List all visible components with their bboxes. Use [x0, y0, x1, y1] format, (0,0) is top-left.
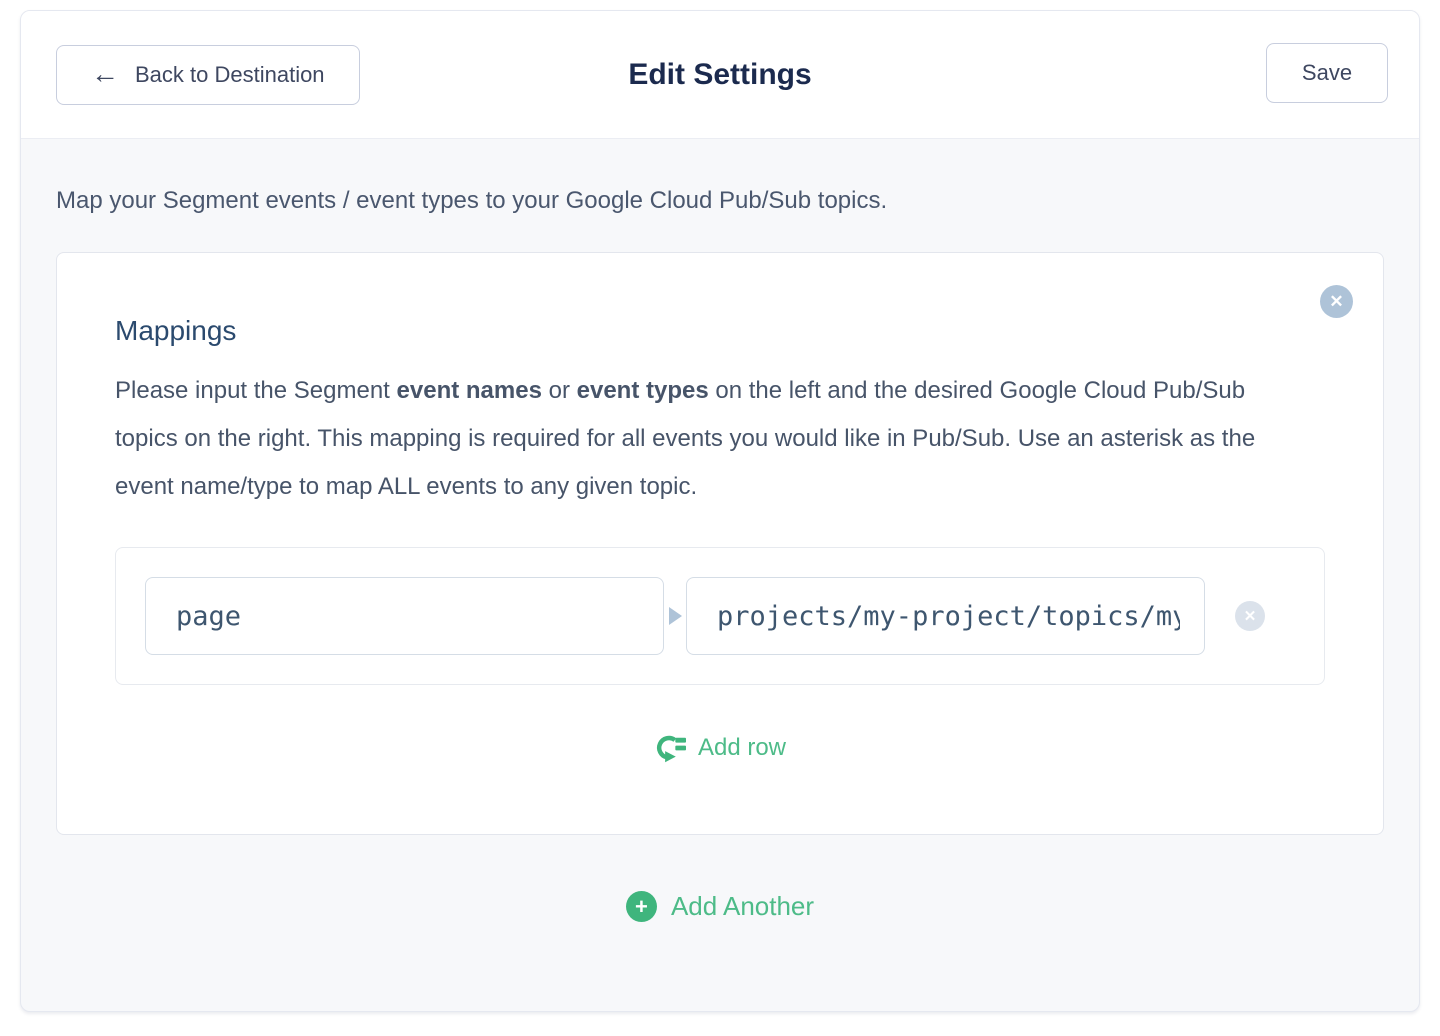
description-bold-event-names: event names — [397, 377, 542, 404]
save-button[interactable]: Save — [1266, 43, 1388, 103]
add-row-icon — [654, 733, 686, 763]
add-row-label: Add row — [698, 734, 786, 762]
add-row-button[interactable]: Add row — [115, 733, 1325, 763]
row-close-container: ✕ — [1205, 601, 1295, 631]
description-bold-event-types: event types — [577, 377, 709, 404]
add-another-label: Add Another — [671, 891, 814, 922]
remove-mappings-close-icon[interactable]: ✕ — [1320, 285, 1353, 318]
mappings-description: Please input the Segment event names or … — [115, 367, 1275, 511]
intro-text: Map your Segment events / event types to… — [56, 187, 1384, 215]
plus-circle-icon: + — [626, 891, 657, 922]
settings-body: Map your Segment events / event types to… — [21, 187, 1419, 922]
pubsub-topic-input[interactable] — [686, 577, 1205, 655]
description-text: or — [542, 377, 577, 404]
close-icon: ✕ — [1244, 607, 1257, 625]
back-button-label: Back to Destination — [135, 62, 325, 88]
close-icon: ✕ — [1329, 292, 1343, 312]
back-arrow-icon: ← — [91, 60, 119, 88]
header-bar: ← Back to Destination Edit Settings Save — [21, 11, 1419, 139]
mapping-arrow-container — [664, 607, 686, 625]
mapping-row: ✕ — [115, 547, 1325, 685]
remove-row-close-icon[interactable]: ✕ — [1235, 601, 1265, 631]
save-button-label: Save — [1302, 60, 1352, 86]
mappings-card: ✕ Mappings Please input the Segment even… — [56, 252, 1384, 835]
mappings-title: Mappings — [115, 315, 1325, 347]
plus-icon: + — [635, 896, 648, 918]
add-another-button[interactable]: + Add Another — [56, 891, 1384, 922]
description-text: Please input the Segment — [115, 377, 397, 404]
event-name-input[interactable] — [145, 577, 664, 655]
arrow-right-icon — [669, 607, 682, 625]
back-to-destination-button[interactable]: ← Back to Destination — [56, 45, 360, 105]
settings-panel: ← Back to Destination Edit Settings Save… — [20, 10, 1420, 1012]
